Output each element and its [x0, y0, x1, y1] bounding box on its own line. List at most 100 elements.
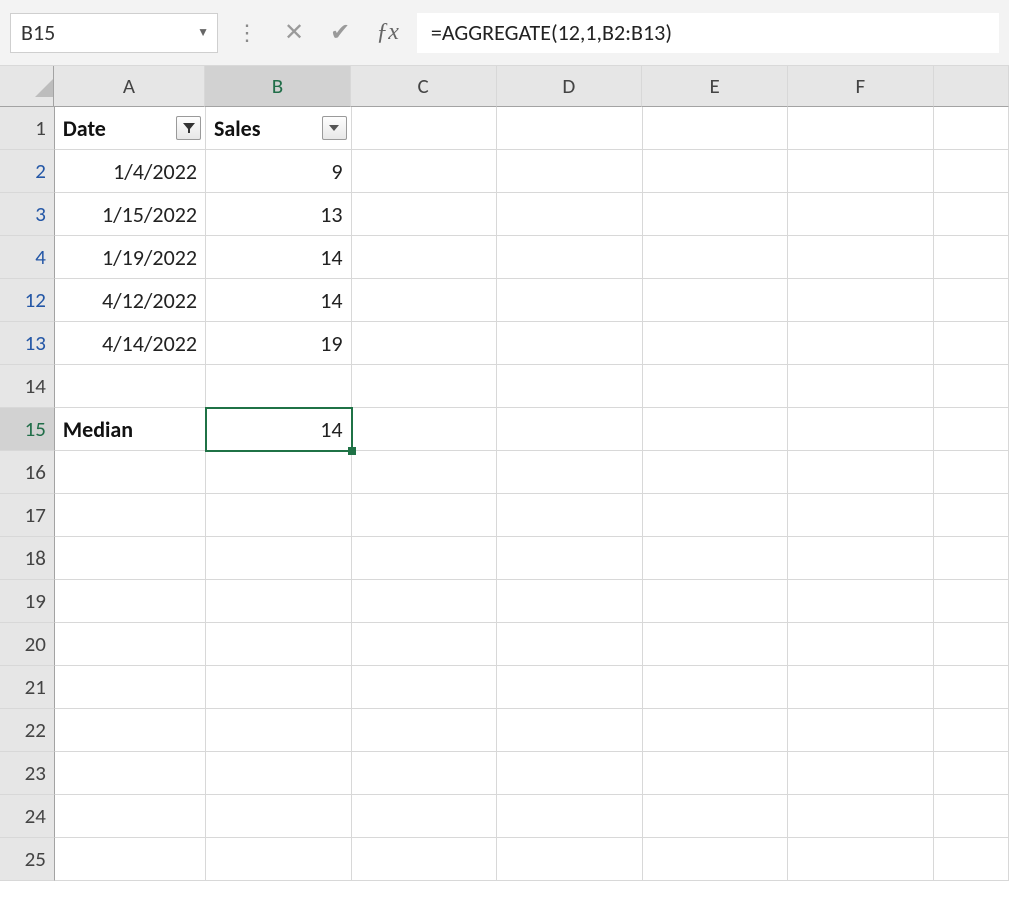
cell[interactable]	[206, 537, 352, 580]
cell[interactable]	[788, 107, 934, 150]
cell[interactable]	[352, 365, 498, 408]
cell[interactable]	[497, 279, 643, 322]
cell[interactable]	[497, 150, 643, 193]
cell[interactable]	[643, 322, 789, 365]
cell[interactable]	[643, 408, 789, 451]
cell[interactable]	[934, 193, 1009, 236]
cell[interactable]	[352, 838, 498, 881]
accept-formula-icon[interactable]: ✔	[330, 18, 350, 47]
cell[interactable]	[55, 838, 206, 881]
cell[interactable]	[934, 150, 1009, 193]
column-header-D[interactable]: D	[497, 66, 643, 107]
cell-B15[interactable]: 14	[206, 408, 352, 451]
cell-A4[interactable]: 1/19/2022	[55, 236, 206, 279]
cell[interactable]	[788, 537, 934, 580]
cell[interactable]	[55, 580, 206, 623]
cell[interactable]	[206, 365, 352, 408]
cell[interactable]	[352, 795, 498, 838]
cell[interactable]	[206, 709, 352, 752]
cell-B1[interactable]: Sales	[206, 107, 352, 150]
cell[interactable]	[497, 322, 643, 365]
row-header[interactable]: 1	[0, 107, 55, 150]
cell[interactable]	[788, 838, 934, 881]
cell-B12[interactable]: 14	[206, 279, 352, 322]
cell[interactable]	[643, 451, 789, 494]
cell[interactable]	[206, 580, 352, 623]
cell[interactable]	[497, 451, 643, 494]
cell[interactable]	[643, 580, 789, 623]
row-header[interactable]: 12	[0, 279, 55, 322]
cell[interactable]	[497, 666, 643, 709]
worksheet[interactable]: A B C D E F 1 Date Sales	[0, 66, 1009, 915]
cell[interactable]	[643, 623, 789, 666]
cell[interactable]	[55, 537, 206, 580]
cell[interactable]	[55, 752, 206, 795]
cell[interactable]	[788, 322, 934, 365]
filter-button-sales[interactable]	[322, 116, 347, 140]
cell[interactable]	[497, 580, 643, 623]
cell[interactable]	[934, 666, 1009, 709]
cell[interactable]	[788, 623, 934, 666]
row-header[interactable]: 18	[0, 537, 55, 580]
cell[interactable]	[206, 623, 352, 666]
column-header-C[interactable]: C	[351, 66, 497, 107]
cell[interactable]	[497, 537, 643, 580]
cell[interactable]	[497, 795, 643, 838]
cell[interactable]	[643, 193, 789, 236]
cell[interactable]	[934, 838, 1009, 881]
row-header[interactable]: 19	[0, 580, 55, 623]
cell[interactable]	[352, 752, 498, 795]
cell[interactable]	[55, 451, 206, 494]
name-box-dropdown-icon[interactable]: ▼	[197, 25, 209, 40]
cell[interactable]	[352, 537, 498, 580]
cell[interactable]	[934, 795, 1009, 838]
cell[interactable]	[352, 666, 498, 709]
cell[interactable]	[352, 322, 498, 365]
cell[interactable]	[352, 451, 498, 494]
cell[interactable]	[352, 107, 498, 150]
cell[interactable]	[206, 666, 352, 709]
cell[interactable]	[788, 494, 934, 537]
cell[interactable]	[934, 107, 1009, 150]
row-header[interactable]: 15	[0, 408, 55, 451]
cell[interactable]	[55, 365, 206, 408]
cell[interactable]	[55, 494, 206, 537]
select-all-corner[interactable]	[0, 66, 54, 107]
cell[interactable]	[497, 107, 643, 150]
column-header-F[interactable]: F	[788, 66, 934, 107]
cell[interactable]	[643, 279, 789, 322]
cell[interactable]	[934, 494, 1009, 537]
cancel-formula-icon[interactable]: ✕	[284, 18, 304, 47]
cell-A1[interactable]: Date	[55, 107, 206, 150]
cell[interactable]	[352, 623, 498, 666]
cell[interactable]	[206, 451, 352, 494]
row-header[interactable]: 13	[0, 322, 55, 365]
row-header[interactable]: 2	[0, 150, 55, 193]
column-header-E[interactable]: E	[642, 66, 788, 107]
cell[interactable]	[352, 494, 498, 537]
cell-A2[interactable]: 1/4/2022	[55, 150, 206, 193]
cell[interactable]	[497, 623, 643, 666]
cell[interactable]	[497, 408, 643, 451]
name-box[interactable]: B15 ▼	[10, 13, 218, 53]
cell[interactable]	[352, 279, 498, 322]
cell[interactable]	[788, 666, 934, 709]
cell[interactable]	[934, 537, 1009, 580]
cell[interactable]	[352, 580, 498, 623]
row-header[interactable]: 23	[0, 752, 55, 795]
cell[interactable]	[643, 107, 789, 150]
cell[interactable]	[55, 623, 206, 666]
formula-input[interactable]: =AGGREGATE(12,1,B2:B13)	[417, 13, 999, 53]
cell-A15[interactable]: Median	[55, 408, 206, 451]
cell[interactable]	[788, 709, 934, 752]
row-header[interactable]: 21	[0, 666, 55, 709]
cell[interactable]	[934, 580, 1009, 623]
cell[interactable]	[352, 193, 498, 236]
cell[interactable]	[497, 752, 643, 795]
cell[interactable]	[497, 365, 643, 408]
cell-B4[interactable]: 14	[206, 236, 352, 279]
cell[interactable]	[788, 193, 934, 236]
cell[interactable]	[643, 365, 789, 408]
cell[interactable]	[352, 408, 498, 451]
cell-B2[interactable]: 9	[206, 150, 352, 193]
